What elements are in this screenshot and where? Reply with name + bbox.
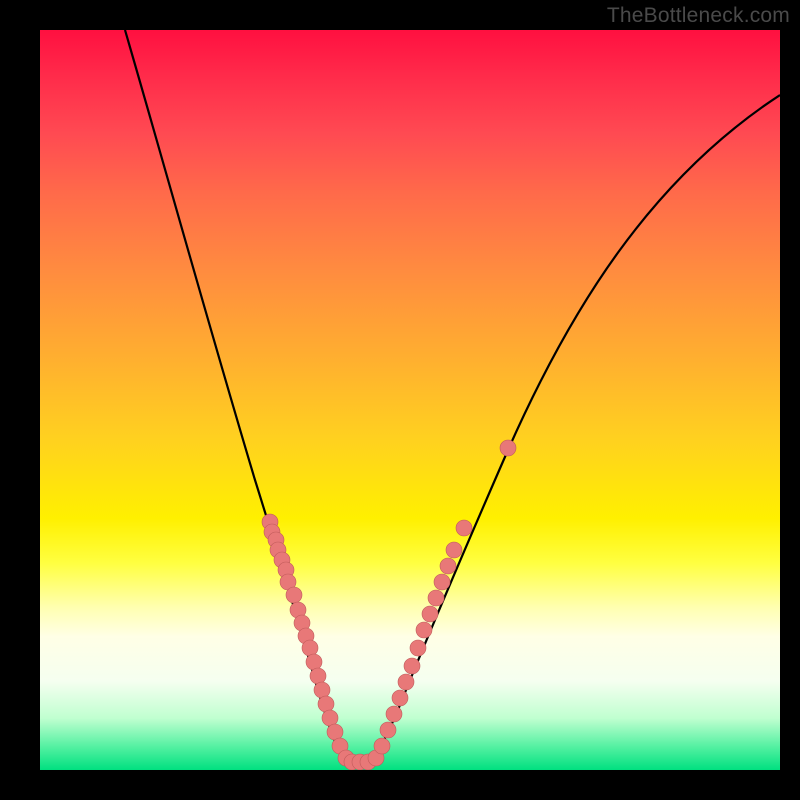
data-marker — [286, 587, 302, 603]
data-marker — [410, 640, 426, 656]
data-marker — [446, 542, 462, 558]
data-marker — [440, 558, 456, 574]
data-marker — [302, 640, 318, 656]
data-marker — [398, 674, 414, 690]
data-marker — [327, 724, 343, 740]
data-marker — [456, 520, 472, 536]
chart-frame: TheBottleneck.com — [0, 0, 800, 800]
data-marker — [322, 710, 338, 726]
data-marker — [428, 590, 444, 606]
marker-group — [262, 440, 516, 770]
data-marker — [422, 606, 438, 622]
data-marker — [404, 658, 420, 674]
data-marker — [380, 722, 396, 738]
data-marker — [374, 738, 390, 754]
chart-svg — [40, 30, 780, 770]
data-marker — [392, 690, 408, 706]
data-marker — [306, 654, 322, 670]
data-marker — [416, 622, 432, 638]
data-marker — [500, 440, 516, 456]
watermark-text: TheBottleneck.com — [607, 4, 790, 28]
data-marker — [434, 574, 450, 590]
data-marker — [318, 696, 334, 712]
bottleneck-curve — [125, 30, 780, 762]
data-marker — [310, 668, 326, 684]
data-marker — [314, 682, 330, 698]
data-marker — [386, 706, 402, 722]
plot-area — [40, 30, 780, 770]
